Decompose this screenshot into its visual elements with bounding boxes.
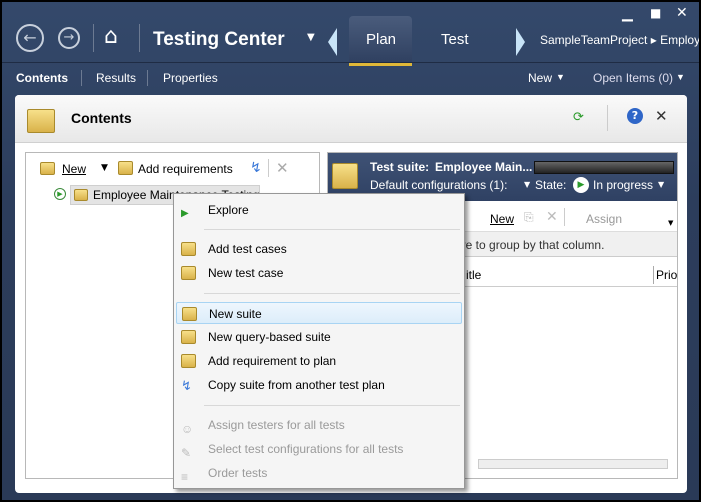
subnav-contents[interactable]: Contents <box>16 71 68 85</box>
suite-folder-icon <box>332 163 358 189</box>
in-progress-icon: ▶ <box>54 188 66 200</box>
divider <box>2 62 699 63</box>
add-requirements-icon <box>118 161 133 175</box>
new-button[interactable]: New <box>62 162 86 176</box>
panel-title: Contents <box>71 110 132 126</box>
help-icon[interactable]: ? <box>627 108 643 124</box>
copy-icon[interactable]: ⎘ <box>524 210 534 225</box>
menu-item-label: Add requirement to plan <box>208 354 337 368</box>
chevron-down-icon[interactable]: ▼ <box>676 72 685 82</box>
menu-item-add-test-cases[interactable]: Add test cases <box>176 238 462 260</box>
open-items-menu[interactable]: Open Items (0) <box>593 71 673 85</box>
menu-item-label: New suite <box>209 307 262 321</box>
divider <box>93 24 94 52</box>
title-dropdown-icon[interactable]: ▼ <box>307 32 315 43</box>
suite-label: Test suite: <box>370 160 430 174</box>
menu-item-order-tests[interactable]: ≡ Order tests <box>176 462 462 484</box>
state-dropdown[interactable]: In progress <box>593 178 653 192</box>
refresh-icon[interactable]: ⟳ <box>573 110 584 125</box>
close-panel-icon[interactable]: ✕ <box>655 107 668 125</box>
new-test-case-icon <box>181 266 196 280</box>
explore-icon: ▶ <box>181 208 189 219</box>
delete-icon[interactable]: ✕ <box>276 159 289 177</box>
tab-test[interactable]: Test <box>441 31 469 48</box>
back-button[interactable]: ← <box>16 24 44 52</box>
new-test-case-button[interactable]: New <box>490 212 514 226</box>
requirement-icon <box>181 354 196 368</box>
column-priority[interactable]: Prio <box>656 268 677 282</box>
suite-folder-icon <box>74 189 88 201</box>
subnav-results[interactable]: Results <box>96 71 136 85</box>
menu-item-new-test-case[interactable]: New test case <box>176 262 462 284</box>
menu-item-explore[interactable]: ▶ Explore <box>176 199 462 221</box>
order-tests-icon: ≡ <box>181 470 189 484</box>
panel-header: Contents ⟳ ? ✕ <box>15 95 687 143</box>
breadcrumb[interactable]: SampleTeamProject ▸ Employ <box>540 33 699 47</box>
app-title: Testing Center <box>153 29 285 50</box>
suite-name: Employee Main... <box>435 160 533 174</box>
menu-item-assign-testers[interactable]: ☺ Assign testers for all tests <box>176 414 462 436</box>
add-requirements-button[interactable]: Add requirements <box>138 162 233 176</box>
home-icon[interactable]: ⌂ <box>104 24 118 49</box>
menu-item-label: Select test configurations for all tests <box>208 442 404 456</box>
menu-item-label: Explore <box>208 203 249 217</box>
menu-item-new-query-suite[interactable]: New query-based suite <box>176 326 462 348</box>
delete-icon[interactable]: ✕ <box>546 209 558 225</box>
suite-name-field[interactable] <box>534 161 674 174</box>
group-by-hint: ere to group by that column. <box>455 238 605 252</box>
tabs-scroll-left-icon[interactable] <box>328 28 337 56</box>
new-suite-icon <box>182 307 197 321</box>
tab-plan-label: Plan <box>366 31 397 48</box>
maximize-button[interactable]: ■ <box>650 6 661 20</box>
menu-item-new-suite[interactable]: New suite <box>176 302 462 324</box>
column-title[interactable]: itle <box>466 268 481 282</box>
menu-item-label: New query-based suite <box>208 330 331 344</box>
menu-item-label: New test case <box>208 266 284 280</box>
context-menu: ▶ Explore Add test cases New test case Ne… <box>173 193 465 489</box>
tab-plan[interactable]: Plan <box>349 16 412 66</box>
assign-button[interactable]: Assign <box>586 212 622 226</box>
chevron-down-icon[interactable]: ▼ <box>101 163 108 173</box>
add-test-cases-icon <box>181 242 196 256</box>
overflow-icon[interactable]: ▼ <box>668 219 673 227</box>
close-window-button[interactable]: ✕ <box>676 5 688 21</box>
menu-item-label: Add test cases <box>208 242 287 256</box>
new-menu[interactable]: New <box>528 71 552 85</box>
state-label: State: <box>535 178 567 192</box>
divider <box>139 24 140 52</box>
chevron-down-icon[interactable]: ▼ <box>556 72 565 82</box>
tabs-scroll-right-icon[interactable] <box>516 28 525 56</box>
menu-item-add-requirement[interactable]: Add requirement to plan <box>176 350 462 372</box>
default-configurations[interactable]: Default configurations (1): <box>370 178 507 192</box>
query-suite-icon <box>181 330 196 344</box>
copy-suite-icon: ↯ <box>181 378 192 393</box>
chevron-down-icon[interactable]: ▼ <box>524 180 530 189</box>
new-suite-icon <box>40 162 55 175</box>
horizontal-scrollbar[interactable] <box>478 459 668 469</box>
forward-button[interactable]: → <box>58 27 80 49</box>
assign-testers-icon: ☺ <box>181 422 194 436</box>
in-progress-icon: ▶ <box>573 177 589 193</box>
menu-item-label: Assign testers for all tests <box>208 418 345 432</box>
chevron-down-icon[interactable]: ▼ <box>658 180 664 189</box>
menu-item-label: Order tests <box>208 466 268 480</box>
menu-item-select-configurations[interactable]: ✎ Select test configurations for all test… <box>176 438 462 460</box>
minimize-button[interactable]: ▁ <box>622 6 633 22</box>
menu-item-copy-suite[interactable]: ↯ Copy suite from another test plan <box>176 374 462 396</box>
menu-item-label: Copy suite from another test plan <box>208 378 385 392</box>
subnav-properties[interactable]: Properties <box>163 71 218 85</box>
testing-center-window: ▁ ■ ✕ ← → ⌂ Testing Center ▼ Plan Test S… <box>2 2 699 500</box>
contents-folder-icon <box>27 109 55 133</box>
copy-suite-icon[interactable]: ↯ <box>250 160 262 176</box>
configurations-icon: ✎ <box>181 446 192 460</box>
